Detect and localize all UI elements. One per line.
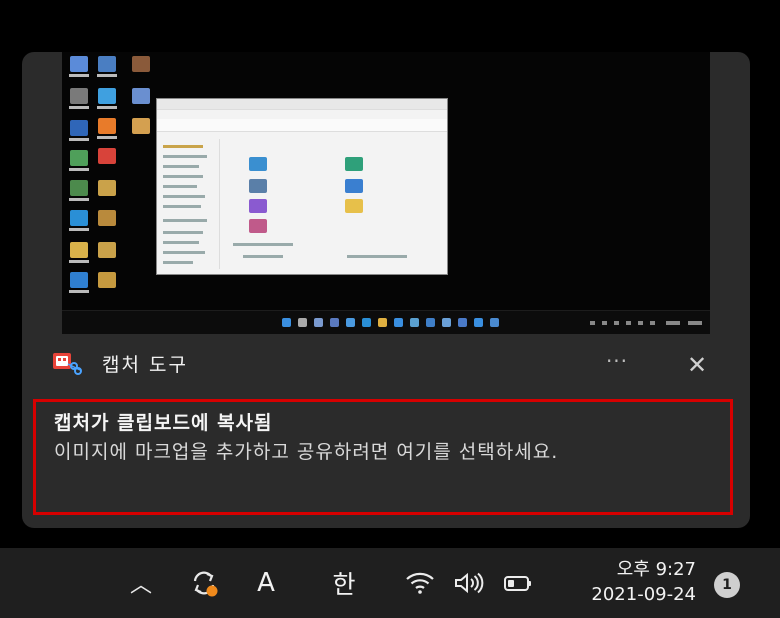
file-explorer-window (156, 98, 448, 275)
notification-count-badge[interactable]: 1 (714, 572, 740, 598)
snipping-tool-icon (52, 350, 82, 376)
battery-icon[interactable] (500, 548, 536, 618)
chevron-up-icon: ︿ (129, 573, 152, 598)
clock-date: 2021-09-24 (591, 584, 696, 605)
taskbar: ︿ A 한 오후 9:27 2021-09-24 (0, 548, 780, 618)
app-name: 캡처 도구 (102, 353, 188, 376)
screenshot-preview[interactable] (62, 52, 710, 334)
clock-time: 오후 9:27 (616, 559, 696, 580)
wifi-icon[interactable] (402, 548, 438, 618)
clock[interactable]: 오후 9:27 2021-09-24 (556, 558, 696, 608)
close-button[interactable]: ✕ (682, 352, 712, 378)
message-body: 이미지에 마크업을 추가하고 공유하려면 여기를 선택하세요. (54, 441, 559, 463)
input-mode-indicator[interactable]: A (250, 548, 282, 618)
more-options-button[interactable]: ··· (600, 351, 634, 376)
message-title: 캡처가 클립보드에 복사됨 (54, 412, 273, 434)
show-hidden-icons-button[interactable]: ︿ (126, 548, 156, 618)
toast-header: 캡처 도구 (52, 348, 188, 378)
preview-taskbar (62, 310, 710, 334)
volume-icon[interactable] (450, 548, 486, 618)
toast-message[interactable]: 캡처가 클립보드에 복사됨 이미지에 마크업을 추가하고 공유하려면 여기를 선… (33, 399, 733, 515)
input-language-indicator[interactable]: 한 (326, 548, 362, 618)
sync-icon[interactable] (186, 548, 222, 618)
notification-toast[interactable]: 캡처 도구 ··· ✕ 캡처가 클립보드에 복사됨 이미지에 마크업을 추가하고… (22, 52, 750, 528)
